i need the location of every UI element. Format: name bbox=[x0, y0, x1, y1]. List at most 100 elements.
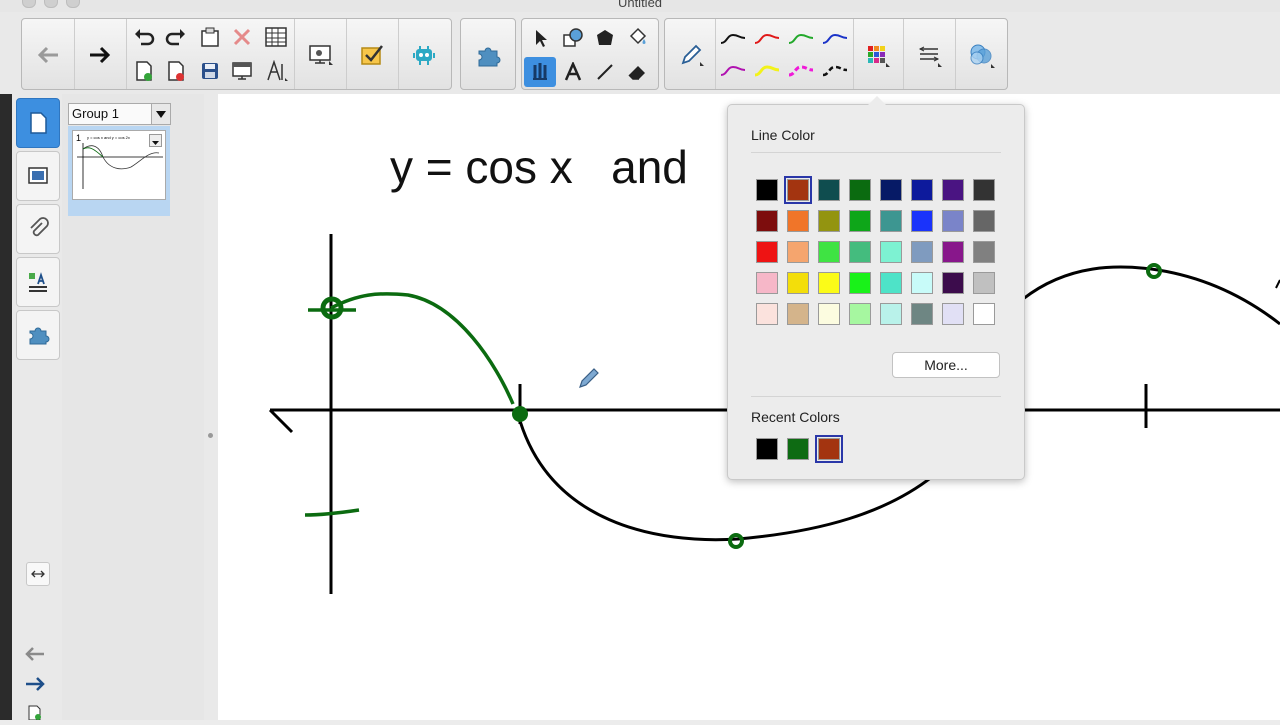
previous-page-button[interactable] bbox=[24, 646, 46, 667]
color-swatch[interactable] bbox=[787, 241, 809, 263]
recent-color-swatch[interactable] bbox=[815, 435, 843, 463]
page-sorter-tab[interactable] bbox=[16, 98, 60, 148]
pink-dashed-line-style-icon[interactable] bbox=[785, 57, 817, 85]
add-page-side-button[interactable] bbox=[26, 702, 44, 725]
color-swatch[interactable] bbox=[818, 179, 840, 201]
transparency-icon[interactable] bbox=[961, 35, 1001, 75]
line-tool-icon[interactable] bbox=[590, 57, 620, 87]
window-title: Untitled bbox=[617, 0, 663, 10]
color-swatch[interactable] bbox=[942, 272, 964, 294]
back-arrow-icon[interactable] bbox=[28, 35, 68, 75]
display-icon[interactable] bbox=[300, 35, 340, 75]
color-swatch[interactable] bbox=[911, 179, 933, 201]
gallery-tab[interactable] bbox=[16, 151, 60, 201]
color-swatch[interactable] bbox=[942, 210, 964, 232]
color-swatch[interactable] bbox=[818, 241, 840, 263]
recent-colors-title: Recent Colors bbox=[751, 409, 840, 425]
color-swatch[interactable] bbox=[973, 303, 995, 325]
color-swatch[interactable] bbox=[973, 179, 995, 201]
group-select-value: Group 1 bbox=[72, 106, 119, 121]
addons-tab[interactable] bbox=[16, 310, 60, 360]
delete-icon[interactable] bbox=[228, 23, 256, 51]
color-swatch[interactable] bbox=[911, 303, 933, 325]
measurement-tools-icon[interactable] bbox=[262, 57, 290, 85]
delete-page-icon[interactable] bbox=[162, 57, 190, 85]
next-page-button[interactable] bbox=[24, 676, 46, 697]
color-swatch[interactable] bbox=[973, 272, 995, 294]
color-swatch[interactable] bbox=[973, 210, 995, 232]
popup-divider bbox=[751, 396, 1001, 397]
color-swatch[interactable] bbox=[756, 210, 778, 232]
splitter-grip[interactable] bbox=[208, 433, 213, 438]
chevron-down-icon[interactable] bbox=[151, 104, 170, 124]
response-checkbox-icon[interactable] bbox=[352, 35, 392, 75]
fill-bucket-icon[interactable] bbox=[622, 23, 652, 53]
attachments-tab[interactable] bbox=[16, 204, 60, 254]
shapes-icon[interactable] bbox=[558, 23, 588, 53]
add-page-icon[interactable] bbox=[130, 57, 158, 85]
red-line-style-icon[interactable] bbox=[751, 25, 783, 53]
color-swatch[interactable] bbox=[849, 241, 871, 263]
color-swatch[interactable] bbox=[787, 272, 809, 294]
recent-color-swatch[interactable] bbox=[787, 438, 809, 460]
splitter[interactable] bbox=[204, 94, 219, 720]
more-colors-button[interactable]: More... bbox=[892, 352, 1000, 378]
polygon-icon[interactable] bbox=[590, 23, 620, 53]
auto-hide-toggle[interactable] bbox=[26, 562, 50, 586]
page-thumbnail-selected[interactable]: 1 y = cos x and y = cos 2x bbox=[68, 126, 170, 216]
text-tool-icon[interactable] bbox=[558, 57, 588, 87]
screen-shade-icon[interactable] bbox=[228, 57, 256, 85]
recent-color-swatch[interactable] bbox=[756, 438, 778, 460]
color-swatch[interactable] bbox=[756, 241, 778, 263]
redo-icon[interactable] bbox=[162, 23, 190, 51]
color-swatch[interactable] bbox=[849, 303, 871, 325]
pens-icon bbox=[533, 63, 547, 80]
select-arrow-icon[interactable] bbox=[526, 23, 556, 53]
background-window-edge bbox=[0, 94, 12, 720]
color-swatch[interactable] bbox=[756, 272, 778, 294]
color-swatch[interactable] bbox=[911, 210, 933, 232]
line-thickness-icon[interactable] bbox=[909, 35, 949, 75]
color-swatch[interactable] bbox=[849, 272, 871, 294]
yellow-line-style-icon[interactable] bbox=[751, 57, 783, 85]
color-swatch[interactable] bbox=[818, 210, 840, 232]
save-icon[interactable] bbox=[196, 57, 224, 85]
color-swatch[interactable] bbox=[880, 179, 902, 201]
color-swatch[interactable] bbox=[880, 303, 902, 325]
table-icon[interactable] bbox=[262, 23, 290, 51]
color-swatch[interactable] bbox=[818, 303, 840, 325]
color-swatch[interactable] bbox=[756, 179, 778, 201]
color-swatch[interactable] bbox=[818, 272, 840, 294]
group-select[interactable]: Group 1 bbox=[68, 103, 171, 125]
color-swatch[interactable] bbox=[973, 241, 995, 263]
color-swatch[interactable] bbox=[880, 241, 902, 263]
eraser-icon[interactable] bbox=[622, 57, 652, 87]
add-on-robot-icon[interactable] bbox=[404, 35, 444, 75]
color-swatch[interactable] bbox=[942, 241, 964, 263]
puzzle-icon[interactable] bbox=[468, 35, 508, 75]
undo-icon[interactable] bbox=[130, 23, 158, 51]
pens-tool-button[interactable] bbox=[524, 57, 556, 87]
color-swatch[interactable] bbox=[849, 210, 871, 232]
forward-arrow-icon[interactable] bbox=[80, 35, 120, 75]
black-line-style-icon[interactable] bbox=[717, 25, 749, 53]
color-swatch[interactable] bbox=[880, 210, 902, 232]
color-swatch[interactable] bbox=[756, 303, 778, 325]
pen-type-icon[interactable] bbox=[671, 35, 711, 75]
properties-tab[interactable] bbox=[16, 257, 60, 307]
color-swatch[interactable] bbox=[849, 179, 871, 201]
magenta-line-style-icon[interactable] bbox=[717, 57, 749, 85]
color-swatch[interactable] bbox=[911, 272, 933, 294]
color-swatch[interactable] bbox=[787, 210, 809, 232]
black-dashed-line-style-icon[interactable] bbox=[819, 57, 851, 85]
color-swatch[interactable] bbox=[880, 272, 902, 294]
color-swatch[interactable] bbox=[942, 303, 964, 325]
color-swatch[interactable] bbox=[942, 179, 964, 201]
green-line-style-icon[interactable] bbox=[785, 25, 817, 53]
color-palette-icon[interactable] bbox=[857, 35, 897, 75]
color-swatch[interactable] bbox=[911, 241, 933, 263]
blue-line-style-icon[interactable] bbox=[819, 25, 851, 53]
paste-icon[interactable] bbox=[196, 23, 224, 51]
color-swatch[interactable] bbox=[787, 303, 809, 325]
color-swatch[interactable] bbox=[784, 176, 812, 204]
